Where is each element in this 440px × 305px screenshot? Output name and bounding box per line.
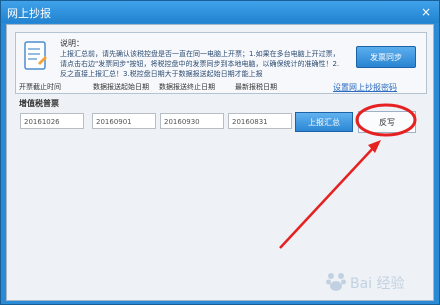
- note-text: 上报汇总前，请先确认该税控盘是否一直在同一电脑上开票；1.如果在多台电脑上开过票…: [60, 50, 340, 78]
- title-bar: 网上抄报 ×: [1, 1, 439, 23]
- baidu-watermark: Bai 经验: [325, 270, 423, 292]
- date-fields: 20161026 20160901 20160930 20160831: [20, 113, 320, 129]
- window-title: 网上抄报: [7, 7, 51, 20]
- invoice-sync-button[interactable]: 发票同步: [356, 46, 416, 68]
- invoice-deadline-field[interactable]: 20161026: [20, 113, 84, 129]
- report-end-date-field[interactable]: 20160930: [160, 113, 224, 129]
- paw-logo-icon: [326, 273, 346, 291]
- header-invoice-deadline: 开票截止时间: [19, 83, 61, 91]
- latest-tax-date-field[interactable]: 20160831: [228, 113, 292, 129]
- close-icon[interactable]: ×: [419, 5, 433, 19]
- watermark-text: Bai 经验: [350, 276, 405, 292]
- note-title: 说明：: [60, 39, 84, 48]
- document-edit-icon: [24, 41, 47, 70]
- upload-summary-button[interactable]: 上报汇总: [295, 112, 353, 132]
- header-report-end-date: 数据报送终止日期: [159, 83, 215, 91]
- section-label: 增值税普票: [19, 99, 59, 108]
- header-report-start-date: 数据报送起始日期: [93, 83, 149, 91]
- dialog-window: 网上抄报 × 说明： 上报汇总前，请先确认该税控盘是否一直在同一电脑上开票；1.…: [0, 0, 440, 305]
- writeback-button[interactable]: 反写: [358, 111, 416, 133]
- set-password-link[interactable]: 设置网上抄报密码: [333, 82, 397, 93]
- report-start-date-field[interactable]: 20160901: [92, 113, 156, 129]
- dialog-content: 说明： 上报汇总前，请先确认该税控盘是否一直在同一电脑上开票；1.如果在多台电脑…: [6, 24, 434, 301]
- header-latest-tax-date: 最新报税日期: [235, 83, 277, 91]
